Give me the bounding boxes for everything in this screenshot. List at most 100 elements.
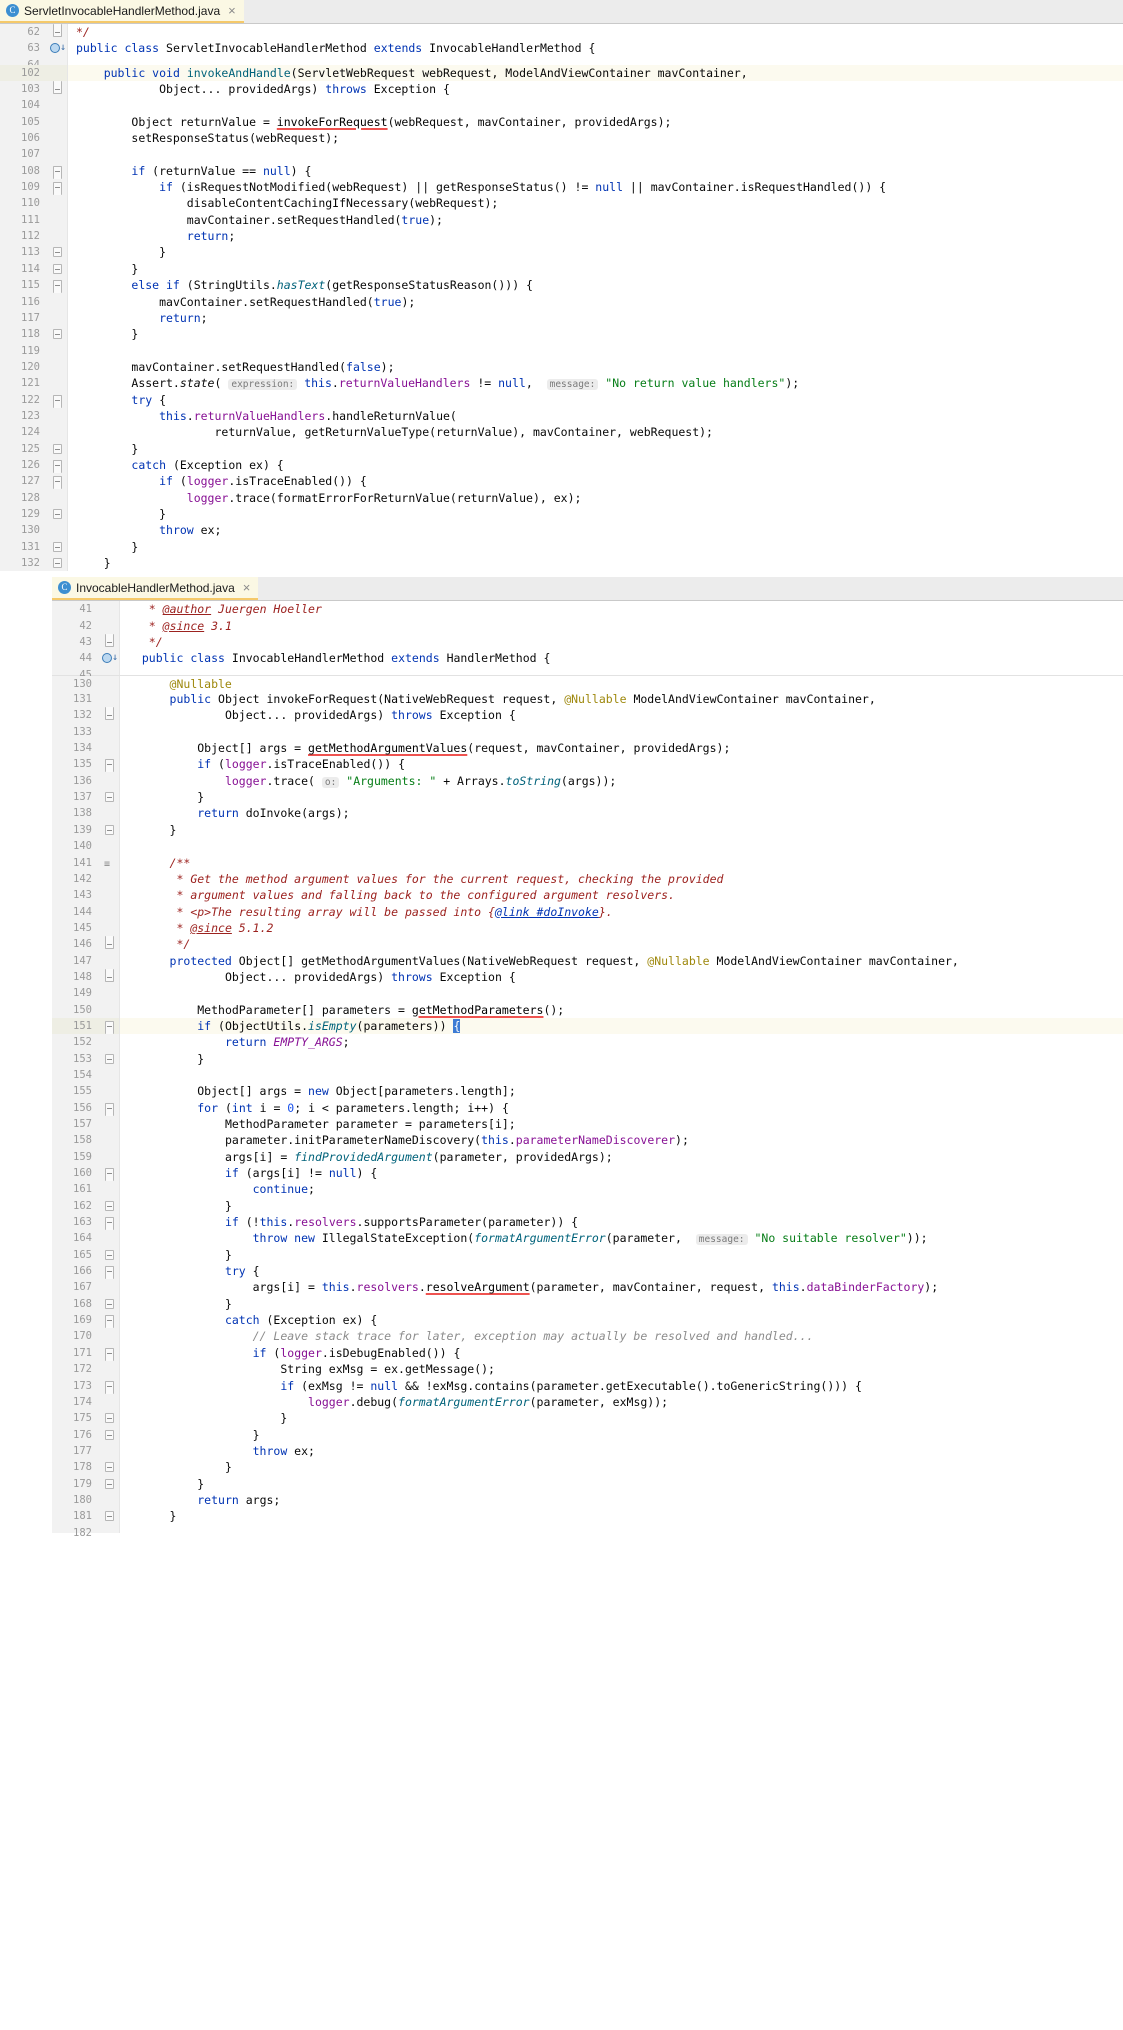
code-text[interactable]: logger.trace(formatErrorForReturnValue(r… <box>68 490 1123 506</box>
gutter-marks[interactable] <box>98 1214 120 1231</box>
gutter-marks[interactable] <box>98 789 120 806</box>
code-line[interactable]: 120 mavContainer.setRequestHandled(false… <box>0 358 1123 376</box>
code-line[interactable]: 159 args[i] = findProvidedArgument(param… <box>52 1148 1123 1166</box>
code-line[interactable]: 168 } <box>52 1295 1123 1313</box>
fold-open-icon[interactable] <box>53 280 62 294</box>
fold-close-icon[interactable] <box>105 707 114 721</box>
gutter-marks[interactable] <box>98 1491 120 1509</box>
code-text[interactable]: try { <box>120 1263 1123 1279</box>
gutter-marks[interactable] <box>98 1328 120 1345</box>
gutter-marks[interactable] <box>98 968 120 986</box>
code-line[interactable]: 137 } <box>52 789 1123 806</box>
code-text[interactable]: } <box>68 326 1123 342</box>
code-text[interactable]: } <box>120 1427 1123 1443</box>
close-icon[interactable]: × <box>228 4 236 17</box>
gutter-marks[interactable] <box>46 179 68 196</box>
code-text[interactable]: Object[] args = getMethodArgumentValues(… <box>120 740 1123 756</box>
code-text[interactable]: logger.trace( o: "Arguments: " + Arrays.… <box>120 773 1123 789</box>
fold-open-icon[interactable] <box>105 1315 114 1329</box>
code-text[interactable]: } <box>120 1410 1123 1426</box>
code-text[interactable]: /** <box>120 855 1123 871</box>
code-line[interactable]: 179 } <box>52 1475 1123 1492</box>
gutter-marks[interactable] <box>98 1263 120 1280</box>
gutter-marks[interactable] <box>98 634 120 651</box>
code-line[interactable]: 126 catch (Exception ex) { <box>0 456 1123 474</box>
code-line[interactable]: 118 } <box>0 326 1123 343</box>
code-text[interactable]: } <box>68 555 1123 571</box>
code-text[interactable]: } <box>120 1296 1123 1312</box>
gutter-marks[interactable] <box>98 887 120 904</box>
code-line[interactable]: 113 } <box>0 244 1123 261</box>
fold-marker-icon[interactable] <box>105 1053 114 1064</box>
code-line[interactable]: 125 } <box>0 440 1123 457</box>
gutter-marks[interactable] <box>46 522 68 539</box>
gutter-marks[interactable] <box>46 391 68 408</box>
gutter-marks[interactable] <box>46 56 68 65</box>
gutter-marks[interactable] <box>46 473 68 490</box>
code-line[interactable]: 131 } <box>0 538 1123 555</box>
code-line[interactable]: 63 ↓ public class ServletInvocableHandlerM… <box>0 40 1123 57</box>
code-line[interactable]: 166 try { <box>52 1263 1123 1280</box>
code-text[interactable]: } <box>68 261 1123 277</box>
gutter-marks[interactable] <box>46 456 68 474</box>
code-line[interactable]: 130 @Nullable <box>52 674 1123 692</box>
gutter-marks[interactable] <box>98 1475 120 1492</box>
fold-open-icon[interactable] <box>53 459 62 473</box>
code-text[interactable]: } <box>120 1198 1123 1214</box>
gutter-marks[interactable]: ↓ <box>98 650 120 667</box>
code-text[interactable]: * @since 3.1 <box>120 618 1123 634</box>
gutter-marks[interactable] <box>98 1524 120 1533</box>
code-line[interactable]: 181 } <box>52 1508 1123 1525</box>
gutter-marks[interactable] <box>46 277 68 294</box>
gutter-marks[interactable] <box>98 838 120 855</box>
fold-marker-icon[interactable] <box>53 247 62 258</box>
fold-open-icon[interactable] <box>53 165 62 179</box>
code-text[interactable]: } <box>120 789 1123 805</box>
override-arrow-icon[interactable]: ↓ <box>60 42 66 53</box>
code-text[interactable]: String exMsg = ex.getMessage(); <box>120 1361 1123 1377</box>
code-text[interactable]: Object... providedArgs) throws Exception… <box>68 81 1123 97</box>
code-text[interactable]: MethodParameter[] parameters = getMethod… <box>120 1002 1123 1018</box>
fold-marker-icon[interactable] <box>105 1298 114 1309</box>
gutter-marks[interactable] <box>98 723 120 741</box>
code-text[interactable]: if (!this.resolvers.supportsParameter(pa… <box>120 1214 1123 1230</box>
code-text[interactable]: if (ObjectUtils.isEmpty(parameters)) { <box>120 1018 1123 1034</box>
breakpoint-icon[interactable] <box>102 653 112 664</box>
gutter-marks[interactable] <box>46 195 68 212</box>
fold-close-icon[interactable] <box>105 968 114 982</box>
editor-tab[interactable]: C ServletInvocableHandlerMethod.java × <box>0 0 244 23</box>
code-text[interactable]: if (args[i] != null) { <box>120 1165 1123 1181</box>
code-line[interactable]: 178 } <box>52 1459 1123 1476</box>
code-text[interactable]: */ <box>120 634 1123 650</box>
gutter-marks[interactable] <box>98 1246 120 1264</box>
fold-marker-icon[interactable] <box>105 1200 114 1211</box>
code-line[interactable]: 142 * Get the method argument values for… <box>52 870 1123 888</box>
code-text[interactable]: continue; <box>120 1181 1123 1197</box>
code-editor-area[interactable]: 41 * @author Juergen Hoeller 42 * @since … <box>52 601 1123 1539</box>
gutter-marks[interactable] <box>98 1230 120 1247</box>
gutter-marks[interactable] <box>46 146 68 163</box>
code-line[interactable]: 147 protected Object[] getMethodArgument… <box>52 952 1123 969</box>
gutter-marks[interactable] <box>98 1083 120 1100</box>
code-line[interactable]: 41 * @author Juergen Hoeller <box>52 601 1123 618</box>
code-text[interactable] <box>120 1067 1123 1083</box>
gutter-marks[interactable] <box>98 821 120 839</box>
code-line[interactable]: 140 <box>52 838 1123 855</box>
gutter-marks[interactable] <box>98 1442 120 1460</box>
code-line[interactable]: 174 logger.debug(formatArgumentError(par… <box>52 1393 1123 1411</box>
code-line[interactable]: 42 * @since 3.1 <box>52 617 1123 635</box>
code-text[interactable]: * @author Juergen Hoeller <box>120 601 1123 617</box>
code-line[interactable]: 161 continue; <box>52 1181 1123 1198</box>
code-text[interactable]: Object... providedArgs) throws Exception… <box>120 707 1123 723</box>
fold-open-icon[interactable] <box>53 182 62 196</box>
gutter-marks[interactable] <box>98 1181 120 1198</box>
code-line[interactable]: 160 if (args[i] != null) { <box>52 1165 1123 1182</box>
code-line[interactable]: 175 } <box>52 1410 1123 1427</box>
code-text[interactable]: } <box>120 1051 1123 1067</box>
code-line[interactable]: 127 if (logger.isTraceEnabled()) { <box>0 473 1123 490</box>
code-line[interactable]: 134 Object[] args = getMethodArgumentVal… <box>52 740 1123 757</box>
fold-marker-icon[interactable] <box>105 1478 114 1489</box>
override-arrow-icon[interactable]: ↓ <box>112 652 118 663</box>
code-line[interactable]: 152 return EMPTY_ARGS; <box>52 1034 1123 1051</box>
code-line[interactable]: 114 } <box>0 260 1123 278</box>
